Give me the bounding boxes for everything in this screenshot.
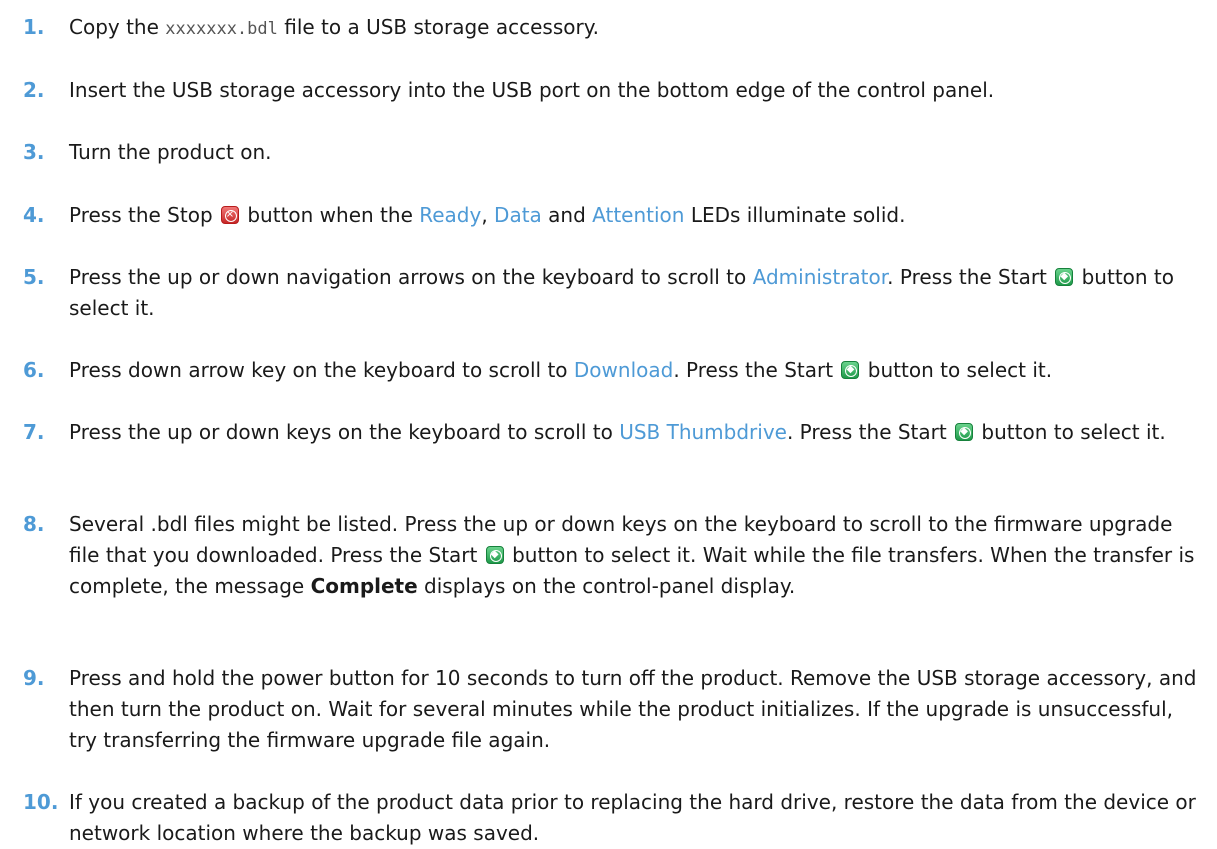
- ready-led-label: Ready: [419, 203, 482, 227]
- step-text: Copy the xxxxxxx.bdl file to a USB stora…: [69, 12, 1204, 45]
- step-text: Insert the USB storage accessory into th…: [69, 75, 1204, 106]
- text-run: Insert the USB storage accessory into th…: [69, 78, 995, 102]
- step-number: 8.: [23, 512, 45, 536]
- data-led-label: Data: [494, 203, 542, 227]
- text-run: . Press the Start: [673, 358, 840, 382]
- text-run: ,: [481, 203, 495, 227]
- text-run: Press and hold the power button for 10 s…: [69, 666, 1197, 752]
- step-number: 1.: [23, 15, 45, 39]
- step-text: Press the Stop × button when the Ready, …: [69, 200, 1204, 231]
- download-menu-label: Download: [573, 358, 674, 382]
- administrator-menu-label: Administrator: [752, 265, 888, 289]
- text-run: button to select it.: [975, 420, 1166, 444]
- start-button-icon: ◆: [1055, 268, 1074, 286]
- step-number: 6.: [23, 358, 45, 382]
- start-button-icon: ◆: [485, 546, 504, 564]
- text-run: If you created a backup of the product d…: [69, 790, 1196, 845]
- text-run: . Press the Start: [786, 420, 954, 444]
- step-text: Press the up or down keys on the keyboar…: [69, 417, 1204, 448]
- text-run: file to a USB storage accessory.: [277, 15, 600, 39]
- text-run: . Press the Start: [887, 265, 1054, 289]
- text-run: Press the Stop: [69, 203, 219, 227]
- text-run: displays on the control-panel display.: [417, 574, 796, 598]
- text-run: button when the: [241, 203, 420, 227]
- text-run: Copy the: [69, 15, 166, 39]
- text-run: button to select it.: [861, 358, 1053, 382]
- start-button-icon: ◆: [955, 423, 974, 441]
- step-text: Several .bdl files might be listed. Pres…: [69, 509, 1204, 602]
- step-text: Press down arrow key on the keyboard to …: [69, 355, 1204, 386]
- step-text: Press and hold the power button for 10 s…: [69, 663, 1204, 756]
- text-run: and: [541, 203, 593, 227]
- step-number: 7.: [23, 420, 45, 444]
- stop-button-icon: ×: [221, 206, 239, 224]
- step-number: 5.: [23, 265, 45, 289]
- start-button-icon: ◆: [841, 361, 860, 379]
- step-text: If you created a backup of the product d…: [69, 787, 1204, 849]
- step-number: 4.: [23, 203, 45, 227]
- attention-led-label: Attention: [592, 203, 685, 227]
- step-text: Turn the product on.: [69, 137, 1204, 168]
- step-text: Press the up or down navigation arrows o…: [69, 262, 1204, 324]
- step-number: 2.: [23, 78, 45, 102]
- text-run: Press the up or down navigation arrows o…: [69, 265, 753, 289]
- text-run: LEDs illuminate solid.: [684, 203, 906, 227]
- text-run: Press the up or down keys on the keyboar…: [69, 420, 620, 444]
- complete-message: Complete: [310, 574, 418, 598]
- instruction-steps: 1. Copy the xxxxxxx.bdl file to a USB st…: [0, 0, 1217, 845]
- text-run: Press down arrow key on the keyboard to …: [69, 358, 574, 382]
- filename-code: xxxxxxx.bdl: [165, 19, 278, 39]
- text-run: Turn the product on.: [69, 140, 272, 164]
- usb-thumbdrive-menu-label: USB Thumbdrive: [619, 420, 787, 444]
- step-number: 9.: [23, 666, 45, 690]
- step-number: 3.: [23, 140, 45, 164]
- step-number: 10.: [23, 790, 59, 814]
